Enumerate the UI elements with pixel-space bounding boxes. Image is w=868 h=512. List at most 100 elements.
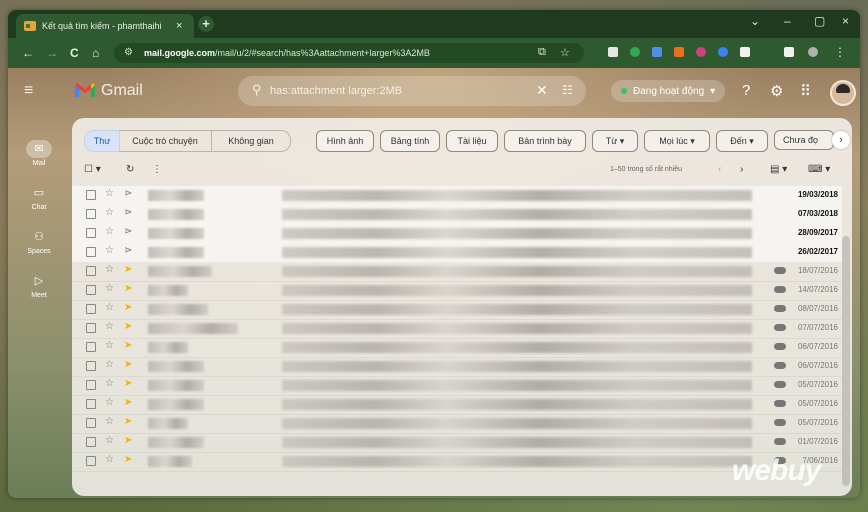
tab-search-icon[interactable]: ⌄ bbox=[750, 14, 760, 28]
rail-item-meet[interactable]: ▷ Meet bbox=[14, 272, 64, 299]
important-marker-icon[interactable]: ➤ bbox=[124, 435, 132, 446]
tab-spaces[interactable]: Không gian bbox=[212, 130, 291, 152]
mail-row[interactable]: ☆ ⋗ 26/02/2017 bbox=[72, 243, 842, 263]
row-checkbox[interactable] bbox=[86, 323, 96, 333]
chip-any-time[interactable]: Mọi lúc ▾ bbox=[644, 130, 710, 152]
chip-unread[interactable]: Chưa đọ bbox=[774, 130, 834, 150]
row-checkbox[interactable] bbox=[86, 437, 96, 447]
apps-grid-icon[interactable]: ⠿ bbox=[800, 82, 811, 100]
row-checkbox[interactable] bbox=[86, 456, 96, 466]
star-icon[interactable]: ☆ bbox=[105, 435, 114, 446]
star-icon[interactable]: ☆ bbox=[105, 321, 114, 332]
star-icon[interactable]: ☆ bbox=[105, 188, 114, 199]
search-query[interactable]: has:attachment larger:2MB bbox=[270, 85, 402, 97]
mail-row[interactable]: ☆ ➤ 05/07/2016 bbox=[72, 414, 842, 434]
browser-tab[interactable]: Kết quả tìm kiếm - phamthaihi × bbox=[16, 14, 194, 38]
extension-icon[interactable] bbox=[630, 47, 640, 57]
mail-row[interactable]: ☆ ⋗ 07/03/2018 bbox=[72, 205, 842, 225]
mail-row[interactable]: ☆ ➤ 07/07/2016 bbox=[72, 319, 842, 339]
important-marker-icon[interactable]: ➤ bbox=[124, 283, 132, 294]
chip-spreadsheets[interactable]: Bảng tính bbox=[380, 130, 440, 152]
browser-menu-icon[interactable]: ⋮ bbox=[834, 45, 846, 59]
star-icon[interactable]: ☆ bbox=[105, 264, 114, 275]
bookmark-star-icon[interactable]: ☆ bbox=[560, 46, 570, 59]
star-icon[interactable]: ☆ bbox=[105, 397, 114, 408]
mail-row[interactable]: ☆ ➤ 14/07/2016 bbox=[72, 281, 842, 301]
important-marker-icon[interactable]: ➤ bbox=[124, 416, 132, 427]
star-icon[interactable]: ☆ bbox=[105, 207, 114, 218]
important-marker-icon[interactable]: ⋗ bbox=[124, 226, 132, 237]
star-icon[interactable]: ☆ bbox=[105, 302, 114, 313]
star-icon[interactable]: ☆ bbox=[105, 340, 114, 351]
mail-row[interactable]: ☆ ➤ 18/07/2016 bbox=[72, 262, 842, 282]
more-options-icon[interactable]: ⋮ bbox=[152, 164, 162, 175]
star-icon[interactable]: ☆ bbox=[105, 359, 114, 370]
forward-button[interactable]: → bbox=[46, 46, 58, 60]
new-tab-button[interactable]: + bbox=[198, 16, 214, 32]
star-icon[interactable]: ☆ bbox=[105, 454, 114, 465]
scrollbar[interactable] bbox=[842, 236, 850, 486]
help-icon[interactable]: ? bbox=[742, 82, 750, 99]
important-marker-icon[interactable]: ➤ bbox=[124, 264, 132, 275]
mail-search-bar[interactable]: ⚲ has:attachment larger:2MB ✕ ☷ bbox=[238, 76, 586, 106]
row-checkbox[interactable] bbox=[86, 304, 96, 314]
chip-documents[interactable]: Tài liệu bbox=[446, 130, 498, 152]
maximize-button[interactable]: ▢ bbox=[814, 14, 825, 28]
important-marker-icon[interactable]: ⋗ bbox=[124, 245, 132, 256]
settings-gear-icon[interactable]: ⚙ bbox=[770, 82, 783, 100]
row-checkbox[interactable] bbox=[86, 285, 96, 295]
row-checkbox[interactable] bbox=[86, 342, 96, 352]
search-options-icon[interactable]: ☷ bbox=[562, 83, 573, 97]
chip-from[interactable]: Từ ▾ bbox=[592, 130, 638, 152]
close-window-button[interactable]: × bbox=[842, 14, 849, 28]
extensions-puzzle-icon[interactable] bbox=[740, 47, 750, 57]
home-button[interactable]: ⌂ bbox=[92, 46, 99, 60]
tab-close-icon[interactable]: × bbox=[176, 20, 182, 32]
account-avatar[interactable] bbox=[830, 80, 856, 106]
chip-to[interactable]: Đến ▾ bbox=[716, 130, 768, 152]
rail-item-chat[interactable]: ▭ Chat bbox=[14, 184, 64, 211]
rail-item-mail[interactable]: ✉ Mail bbox=[14, 140, 64, 167]
row-checkbox[interactable] bbox=[86, 190, 96, 200]
keyboard-icon[interactable]: ⌨ ▾ bbox=[808, 164, 830, 175]
mail-row[interactable]: ☆ ⋗ 28/09/2017 bbox=[72, 224, 842, 244]
star-icon[interactable]: ☆ bbox=[105, 245, 114, 256]
next-page-icon[interactable]: › bbox=[740, 164, 743, 175]
install-app-icon[interactable]: ⧉ bbox=[538, 46, 546, 59]
row-checkbox[interactable] bbox=[86, 228, 96, 238]
important-marker-icon[interactable]: ➤ bbox=[124, 454, 132, 465]
site-info-icon[interactable]: ⚙ bbox=[124, 47, 133, 58]
prev-page-icon[interactable]: ‹ bbox=[718, 164, 721, 175]
chevron-right-icon[interactable]: › bbox=[832, 131, 850, 149]
mail-row[interactable]: ☆ ➤ 06/07/2016 bbox=[72, 338, 842, 358]
status-indicator[interactable]: Đang hoạt động ▾ bbox=[611, 80, 726, 102]
rail-item-spaces[interactable]: ⚇ Spaces bbox=[14, 228, 64, 255]
side-panel-icon[interactable] bbox=[784, 47, 794, 57]
star-icon[interactable]: ☆ bbox=[105, 378, 114, 389]
refresh-icon[interactable]: ↻ bbox=[126, 164, 134, 175]
star-icon[interactable]: ☆ bbox=[105, 283, 114, 294]
important-marker-icon[interactable]: ⋗ bbox=[124, 188, 132, 199]
star-icon[interactable]: ☆ bbox=[105, 226, 114, 237]
extension-icon[interactable] bbox=[696, 47, 706, 57]
mail-row[interactable]: ☆ ➤ 06/07/2016 bbox=[72, 357, 842, 377]
important-marker-icon[interactable]: ⋗ bbox=[124, 207, 132, 218]
row-checkbox[interactable] bbox=[86, 209, 96, 219]
address-bar[interactable]: ⚙ mail.google.com/mail/u/2/#search/has%3… bbox=[114, 43, 584, 63]
back-button[interactable]: ← bbox=[22, 46, 34, 60]
chip-images[interactable]: Hình ảnh bbox=[316, 130, 374, 152]
reload-button[interactable]: C bbox=[70, 46, 79, 60]
extension-icon[interactable] bbox=[674, 47, 684, 57]
tab-thu[interactable]: Thư bbox=[84, 130, 120, 152]
row-checkbox[interactable] bbox=[86, 361, 96, 371]
mail-row[interactable]: ☆ ➤ 05/07/2016 bbox=[72, 376, 842, 396]
row-checkbox[interactable] bbox=[86, 418, 96, 428]
clear-search-icon[interactable]: ✕ bbox=[536, 82, 548, 99]
row-checkbox[interactable] bbox=[86, 266, 96, 276]
important-marker-icon[interactable]: ➤ bbox=[124, 340, 132, 351]
star-icon[interactable]: ☆ bbox=[105, 416, 114, 427]
row-checkbox[interactable] bbox=[86, 380, 96, 390]
mail-row[interactable]: ☆ ➤ 7/06/2016 bbox=[72, 452, 842, 472]
minimize-button[interactable]: – bbox=[784, 14, 791, 28]
mail-row[interactable]: ☆ ➤ 01/07/2016 bbox=[72, 433, 842, 453]
